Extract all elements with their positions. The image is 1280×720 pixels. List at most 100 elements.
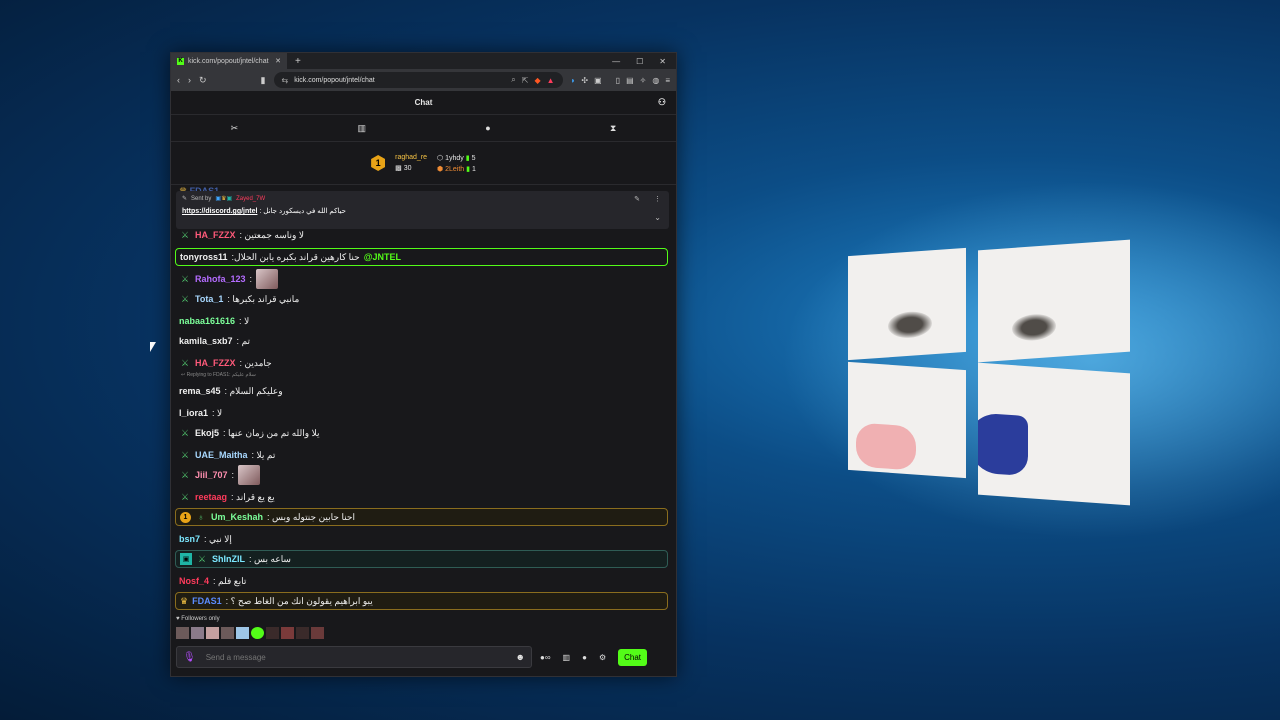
minimize-icon[interactable]: — (612, 57, 620, 66)
back-icon[interactable]: ‹ (177, 75, 180, 85)
chat-message-row[interactable]: kamila_sxb7: تم (179, 332, 666, 350)
emote[interactable] (176, 627, 189, 639)
chat-username[interactable]: FDAS1 (192, 596, 222, 606)
chat-message-row[interactable]: rema_s45: وعليكم السلام (179, 382, 666, 400)
chat-message-row[interactable]: ⚔ HA_FZZX: جامدين (179, 354, 666, 372)
send-chat-button[interactable]: Chat (618, 648, 648, 666)
chat-message-text: : (249, 274, 253, 284)
bookmark-icon[interactable]: ▮ (261, 75, 266, 86)
hourglass-icon[interactable]: ⧗ (610, 123, 616, 134)
emote[interactable] (296, 627, 309, 639)
pin-toggle-icon[interactable]: ✎ (634, 195, 640, 203)
emoji-icon[interactable]: ☻ (516, 652, 525, 662)
leader-second[interactable]: ⬡ 1yhdy ▮ 5 (437, 154, 476, 162)
message-input[interactable] (203, 651, 508, 663)
emote[interactable] (266, 627, 279, 639)
chat-username[interactable]: Tota_1 (195, 294, 223, 304)
reload-icon[interactable]: ↻ (199, 75, 207, 86)
rewards-icon[interactable]: ▲ (547, 76, 555, 85)
chevron-down-icon[interactable]: ⌄ (654, 213, 661, 222)
chat-message-row[interactable]: nabaa161616 : لا (179, 312, 666, 330)
chat-message-row[interactable]: bsn7: إلا نبي (179, 530, 666, 548)
chat-message-row[interactable]: ⚔ UAE_Maitha: تم يلا (179, 446, 666, 464)
chat-message-text: : تابع فلم (213, 575, 247, 586)
vpn-icon[interactable]: ◍ (652, 76, 659, 85)
chat-message-row[interactable]: ⚔ Rahofa_123: (179, 269, 666, 289)
emote[interactable] (281, 627, 294, 639)
site-info-icon[interactable]: ⇆ (282, 76, 289, 85)
chat-username[interactable]: HA_FZZX (195, 230, 236, 240)
chat-username[interactable]: l_iora1 (179, 408, 208, 418)
maximize-icon[interactable]: ☐ (636, 57, 643, 66)
chat-message-row[interactable]: ⚔ Jiil_707: (179, 465, 666, 485)
screenshot-icon[interactable]: ▣ (594, 76, 602, 85)
leader-third[interactable]: ⬢ 2Leith ▮ 1 (437, 165, 476, 173)
chat-input-bar: 🎙 ☻ ●∞ ▥ ● ⚙ Chat (176, 645, 669, 669)
chat-message-text: : تم (236, 335, 251, 346)
chat-message-row[interactable]: 1 ♁ Um_Keshah: احنا حابين جنتوله وبس (175, 508, 668, 526)
more-options-icon[interactable]: ⋮ (654, 195, 661, 203)
pinned-link[interactable]: https://discord.gg/jntel (182, 208, 257, 215)
settings-gear-icon[interactable]: ⚙ (599, 653, 606, 662)
clear-icon[interactable]: ▥ (357, 123, 366, 134)
wallet-icon[interactable]: ▤ (626, 76, 634, 85)
message-box[interactable]: 🎙 ☻ (176, 646, 532, 668)
chat-username[interactable]: Ekoj5 (195, 428, 219, 438)
brave-shield-icon[interactable]: ◆ (534, 76, 540, 85)
close-window-icon[interactable]: ✕ (659, 57, 666, 66)
emote[interactable] (206, 627, 219, 639)
ai-icon[interactable]: ✧ (640, 76, 647, 85)
chat-username[interactable]: UAE_Maitha (195, 450, 248, 460)
chat-message-row[interactable]: ⚔ reetaag: يع يع قراند (179, 488, 666, 506)
pin-icon[interactable]: ✂ (231, 123, 239, 134)
points-counter[interactable]: ●∞ (540, 653, 551, 662)
close-tab-icon[interactable]: ✕ (275, 57, 281, 65)
audio-icon[interactable]: ◗ (571, 76, 576, 85)
chat-bubble-icon[interactable]: ● (582, 653, 587, 662)
chat-username[interactable]: nabaa161616 (179, 316, 235, 326)
address-bar[interactable]: ⇆ kick.com/popout/jntel/chat ⌕ ⇱ ◆ ▲ (273, 72, 563, 88)
chat-message-row[interactable]: ⚔ Ekoj5: يلا والله تم من زمان عنها (179, 424, 666, 442)
reply-indicator: ↩ Replying to FDAS1: سلام عليكم (181, 372, 256, 378)
menu-icon[interactable]: ≡ (665, 76, 670, 85)
new-tab-icon[interactable]: + (295, 56, 301, 67)
emote[interactable] (191, 627, 204, 639)
chat-username[interactable]: ShInZIL (212, 554, 245, 564)
chat-username[interactable]: tonyross11 (180, 252, 228, 262)
mention-text[interactable]: @JNTEL (364, 252, 401, 262)
emote[interactable] (311, 627, 324, 639)
chat-message-row[interactable]: tonyross11:حنا كارهين قراند بكبره يابن ا… (175, 248, 668, 266)
chat-username[interactable]: kamila_sxb7 (179, 336, 233, 346)
chat-username[interactable]: bsn7 (179, 534, 200, 544)
pinned-sender[interactable]: Zayed_7W (236, 196, 265, 202)
emote[interactable] (221, 627, 234, 639)
chat-username[interactable]: HA_FZZX (195, 358, 236, 368)
chat-username[interactable]: Rahofa_123 (195, 274, 246, 284)
user-settings-icon[interactable]: ⚇ (658, 97, 666, 108)
chat-username[interactable]: reetaag (195, 492, 227, 502)
zoom-icon[interactable]: ⌕ (511, 75, 515, 85)
chat-username[interactable]: Nosf_4 (179, 576, 209, 586)
browser-tab[interactable]: K kick.com/popout/jntel/chat ✕ (171, 53, 287, 69)
chat-message-text: : لا (239, 315, 250, 326)
share-icon[interactable]: ⇱ (522, 76, 529, 85)
forward-icon[interactable]: › (188, 75, 191, 85)
extension-icon[interactable]: ✣ (581, 76, 588, 85)
chat-username[interactable]: Jiil_707 (195, 470, 228, 480)
chat-message-row[interactable]: l_iora1: لا (179, 404, 666, 422)
emote[interactable] (236, 627, 249, 639)
emote[interactable] (251, 627, 264, 639)
chat-message-row[interactable]: ♛ FDAS1: يبو ابراهيم يقولون انك من الغاط … (175, 592, 668, 610)
chat-username[interactable]: Um_Keshah (211, 512, 263, 522)
chat-bubble-icon[interactable]: ● (485, 123, 490, 133)
sidebar-icon[interactable]: ▯ (616, 76, 620, 85)
mic-icon[interactable]: 🎙 (183, 652, 196, 663)
chat-message-row[interactable]: Nosf_4 : تابع فلم (179, 572, 666, 590)
clear-chat-icon[interactable]: ▥ (563, 653, 571, 662)
chat-message-text: : (231, 470, 235, 480)
chat-message-row[interactable]: ▣ ⚔ ShInZIL: ساعه بس (175, 550, 668, 568)
chat-message-row[interactable]: ⚔ Tota_1: مانبي قراند بكبرها (179, 290, 666, 308)
leader-top-user[interactable]: raghad_re (395, 154, 427, 161)
chat-username[interactable]: rema_s45 (179, 386, 221, 396)
chat-messages[interactable]: ♛ FDAS1 ⚔HA_FZZX: لا وناسه جمعتينtonyros… (171, 186, 674, 613)
